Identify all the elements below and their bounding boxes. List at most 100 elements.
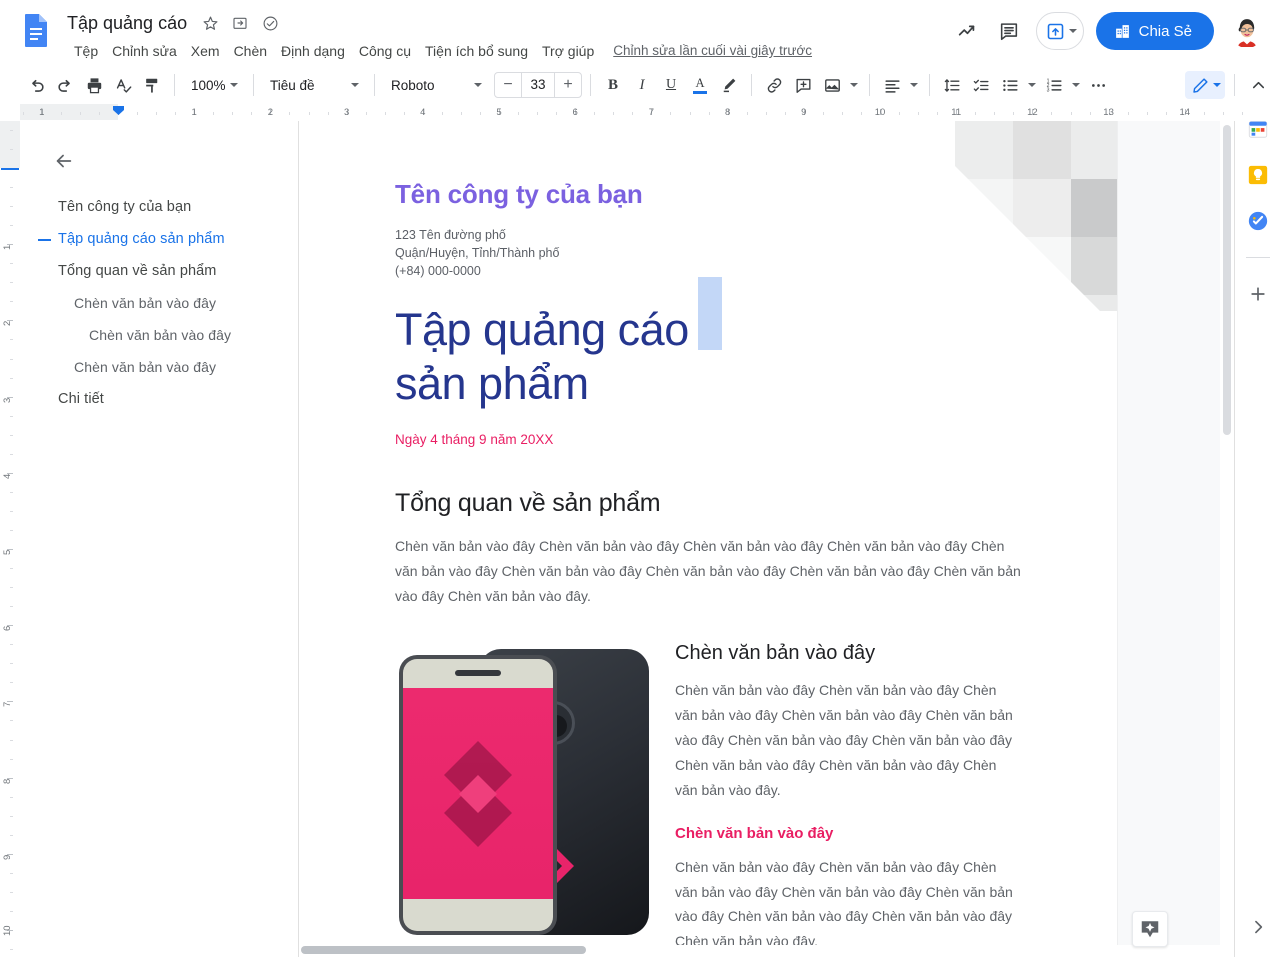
insert-link-icon[interactable] [760,71,788,99]
ruler-tick [1127,112,1129,115]
italic-button[interactable]: I [628,71,656,99]
insert-image-icon[interactable] [818,71,846,99]
zoom-select[interactable]: 100% [183,71,245,99]
pink-paragraph[interactable]: Chèn văn bản vào đây Chèn văn bản vào đâ… [675,855,1021,955]
outline-item-label: Chèn văn bản vào đây [74,295,217,311]
ruler-tick [10,491,13,493]
redo-icon[interactable] [51,71,79,99]
highlight-pen-icon[interactable] [715,71,743,99]
outline-item-label: Chèn văn bản vào đây [74,359,217,375]
more-options-icon[interactable] [1084,71,1112,99]
title-and-menus: Tập quảng cáo Tệp Chỉnh sửa Xem Chèn Địn… [62,6,812,64]
expand-panel-chevron-icon[interactable] [1242,911,1274,943]
underline-button[interactable]: U [657,71,685,99]
undo-icon[interactable] [22,71,50,99]
back-arrow-icon[interactable] [44,141,84,181]
align-left-icon[interactable] [878,71,906,99]
menu-help[interactable]: Trợ giúp [535,39,601,63]
activity-dashboard-icon[interactable] [948,12,986,50]
google-keep-icon[interactable] [1246,163,1270,187]
menu-edit[interactable]: Chỉnh sửa [105,39,184,63]
editing-mode-button[interactable] [1185,71,1225,99]
pink-heading[interactable]: Chèn văn bản vào đây [675,825,1021,842]
menu-file[interactable]: Tệp [67,39,105,63]
move-to-folder-icon[interactable] [228,11,252,35]
sub-heading[interactable]: Chèn văn bản vào đây [675,641,1021,665]
top-margin-marker[interactable] [1,168,19,170]
document-title[interactable]: Tập quảng cáo [62,9,192,37]
font-size-increase-button[interactable]: + [555,73,581,97]
comment-history-icon[interactable] [990,12,1028,50]
numbered-list-dropdown-caret[interactable] [1069,71,1083,99]
menu-view[interactable]: Xem [184,39,227,63]
horizontal-scrollbar-thumb[interactable] [301,946,586,954]
outline-item-4[interactable]: Chèn văn bản vào đây [20,319,298,351]
text-selection-highlight [698,276,722,350]
insert-image-dropdown-caret[interactable] [847,71,861,99]
menu-insert[interactable]: Chèn [227,39,274,63]
vertical-scrollbar-thumb[interactable] [1223,125,1231,435]
google-docs-logo-icon[interactable] [16,10,56,50]
spellcheck-icon[interactable] [109,71,137,99]
google-tasks-icon[interactable] [1246,209,1270,233]
left-indent-marker[interactable] [112,105,124,118]
ruler-tick [10,339,13,341]
present-dropdown-caret[interactable] [1068,29,1077,33]
horizontal-ruler[interactable]: 1 1 2 3 4 5 6 7 8 9 10 11 12 13 14 [0,104,1280,121]
align-dropdown-caret[interactable] [907,71,921,99]
horizontal-ruler-track[interactable]: 1 1 2 3 4 5 6 7 8 9 10 11 12 13 14 [20,104,1280,120]
vertical-ruler[interactable]: 1 2 3 4 5 6 7 8 9 10 [0,121,20,957]
share-button[interactable]: Chia Sẻ [1095,12,1214,50]
outline-item-0[interactable]: Tên công ty của bạn [20,191,298,223]
document-canvas[interactable]: Tên công ty của bạn 123 Tên đường phố Qu… [299,121,1234,957]
avatar[interactable] [1230,14,1264,48]
print-icon[interactable] [80,71,108,99]
font-size-value[interactable]: 33 [521,73,555,97]
outline-item-6[interactable]: Chi tiết [20,383,298,415]
menu-tools[interactable]: Công cụ [352,39,418,63]
bulleted-list-dropdown-caret[interactable] [1025,71,1039,99]
menu-addons[interactable]: Tiện ích bổ sung [418,39,535,63]
font-size-decrease-button[interactable]: − [495,73,521,97]
outline-item-1[interactable]: Tập quảng cáo sản phẩm [20,223,298,255]
document-page[interactable]: Tên công ty của bạn 123 Tên đường phố Qu… [299,121,1117,957]
outline-item-5[interactable]: Chèn văn bản vào đây [20,351,298,383]
document-date[interactable]: Ngày 4 tháng 9 năm 20XX [395,432,1021,447]
cloud-saved-icon[interactable] [258,11,282,35]
section-heading-overview[interactable]: Tổng quan về sản phẩm [395,489,1021,518]
explore-button[interactable] [1132,911,1168,947]
checklist-icon[interactable] [967,71,995,99]
horizontal-scrollbar[interactable] [299,945,1234,957]
ruler-tick [327,112,329,115]
outline-item-3[interactable]: Chèn văn bản vào đây [20,287,298,319]
google-calendar-icon[interactable] [1246,121,1270,141]
paint-format-icon[interactable] [138,71,166,99]
vertical-scrollbar[interactable] [1220,121,1234,957]
bold-button[interactable]: B [599,71,627,99]
ruler-tick [10,949,13,951]
menu-format[interactable]: Định dạng [274,39,352,63]
ruler-tick [460,112,462,115]
collapse-toolbar-icon[interactable] [1244,71,1272,99]
intro-paragraph[interactable]: Chèn văn bản vào đây Chèn văn bản vào đâ… [395,534,1021,609]
numbered-list-icon[interactable]: 1 2 3 [1040,71,1068,99]
add-apps-icon[interactable] [1246,282,1270,306]
smartphone-product-illustration[interactable] [395,641,653,943]
paragraph-style-select[interactable]: Tiêu đề [262,71,366,99]
bulleted-list-icon[interactable] [996,71,1024,99]
line-spacing-icon[interactable] [938,71,966,99]
ruler-tick [975,112,977,115]
sub-paragraph[interactable]: Chèn văn bản vào đây Chèn văn bản vào đâ… [675,678,1021,803]
ruler-number: 3 [2,397,13,403]
ruler-tick [10,187,13,189]
document-main-title[interactable]: Tập quảng cáo sản phẩm [395,303,689,413]
add-comment-icon[interactable] [789,71,817,99]
company-name-heading[interactable]: Tên công ty của bạn [395,179,1021,210]
text-color-button[interactable]: A [686,71,714,99]
outline-item-2[interactable]: Tổng quan về sản phẩm [20,255,298,287]
present-button[interactable] [1035,12,1084,50]
font-family-select[interactable]: Roboto [383,71,489,99]
ruler-number: 9 [2,854,13,860]
last-edit-status[interactable]: Chỉnh sửa lần cuối vài giây trước [613,41,812,61]
star-icon[interactable] [198,11,222,35]
